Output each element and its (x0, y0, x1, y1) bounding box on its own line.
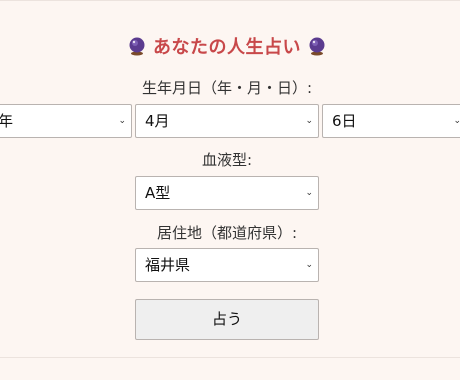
blood-type-value: A型 (145, 184, 171, 202)
chevron-down-icon: ⌄ (305, 260, 313, 270)
day-select-value: 6日 (332, 112, 357, 130)
prefecture-label: 居住地（都道府県）: (156, 224, 298, 242)
crystal-ball-icon (129, 37, 145, 56)
blood-type-select[interactable]: A型 ⌄ (135, 176, 319, 210)
year-select-value: 年 (0, 112, 14, 130)
prefecture-value: 福井県 (145, 256, 191, 274)
chevron-down-icon: ⌄ (453, 116, 460, 126)
prefecture-select[interactable]: 福井県 ⌄ (135, 248, 319, 282)
fortune-submit-button[interactable]: 占う (135, 299, 319, 340)
crystal-ball-icon (309, 37, 325, 56)
page-title-text: あなたの人生占い (153, 37, 301, 58)
chevron-down-icon: ⌄ (305, 188, 313, 198)
day-select[interactable]: 6日 ⌄ (322, 104, 460, 138)
year-select[interactable]: 年 ⌄ (0, 104, 132, 138)
fortune-card: あなたの人生占い 生年月日（年・月・日）: 年 ⌄ 4月 ⌄ 6日 ⌄ 血液型:… (0, 0, 460, 358)
birthdate-label: 生年月日（年・月・日）: (141, 79, 313, 97)
chevron-down-icon: ⌄ (305, 116, 313, 126)
month-select-value: 4月 (145, 112, 170, 130)
page-title: あなたの人生占い (0, 33, 454, 59)
month-select[interactable]: 4月 ⌄ (135, 104, 319, 138)
chevron-down-icon: ⌄ (118, 116, 126, 126)
blood-type-label: 血液型: (201, 151, 253, 169)
